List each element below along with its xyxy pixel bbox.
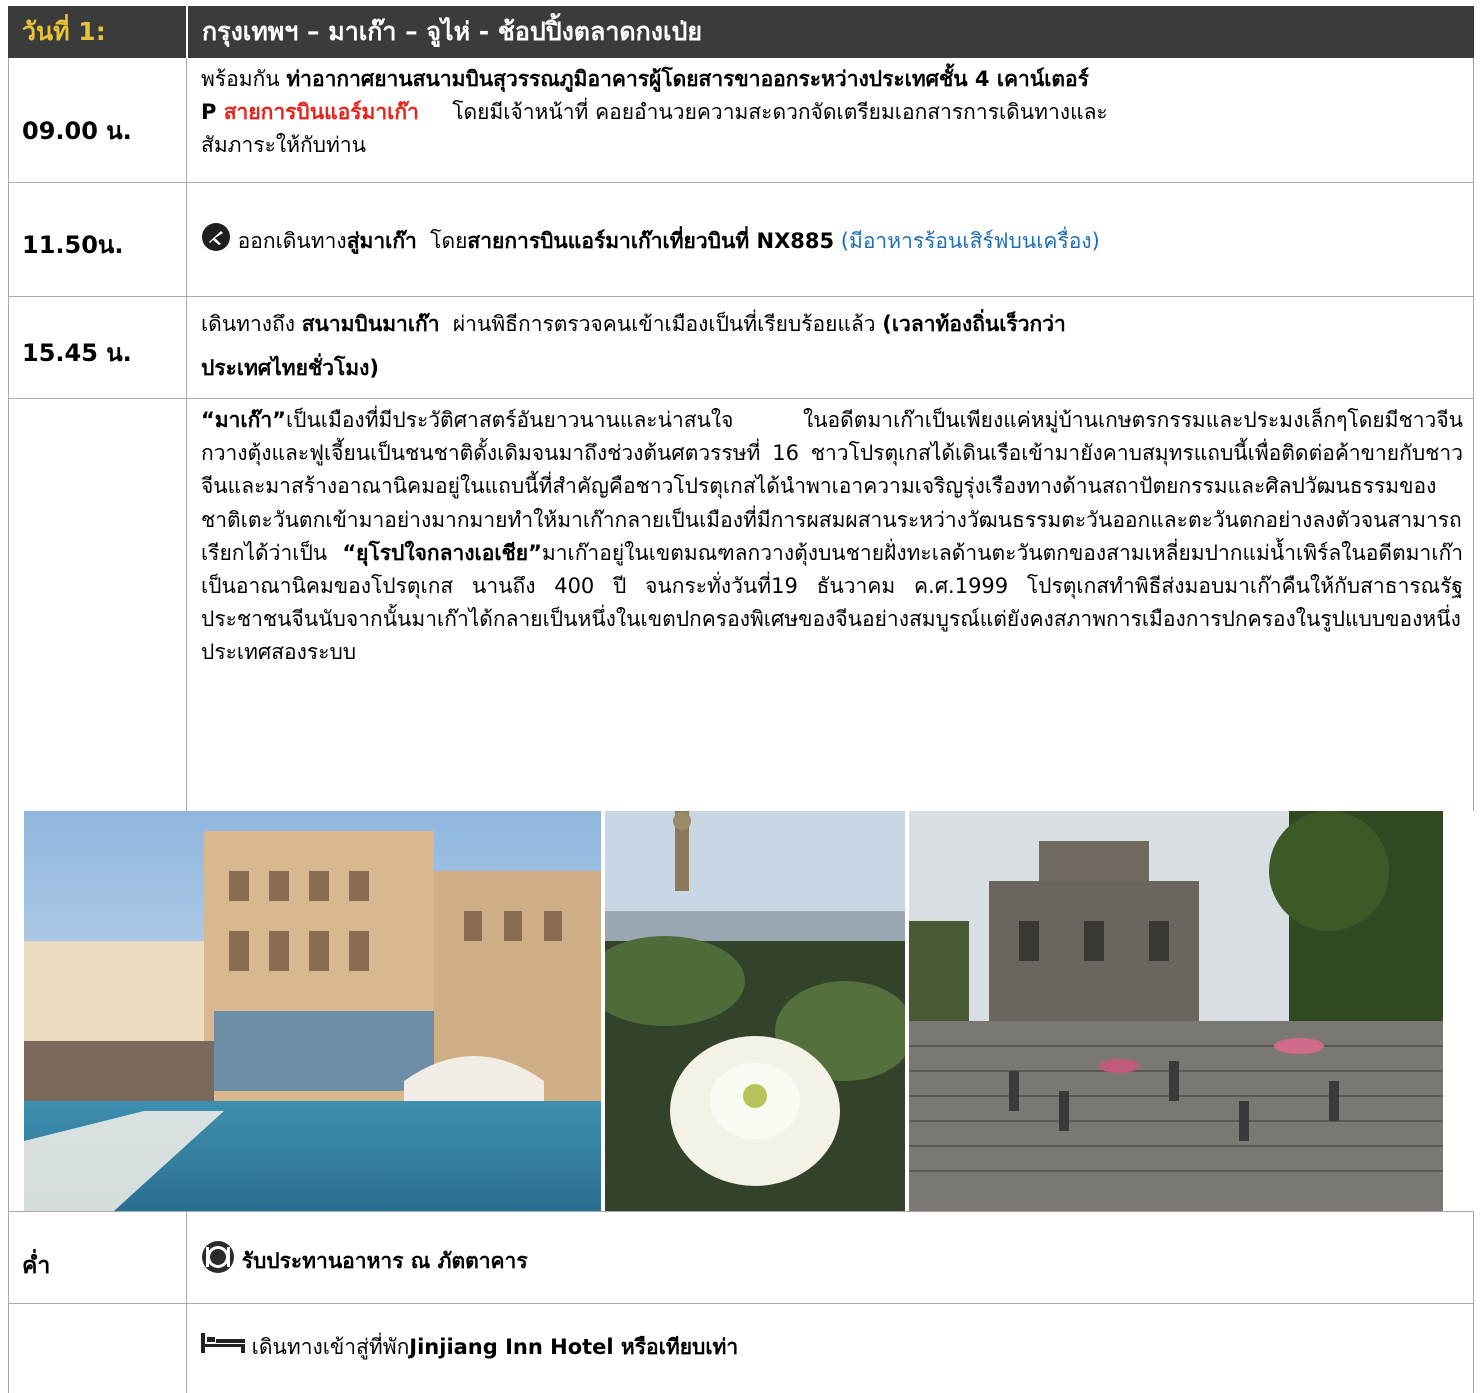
route-title: กรุงเทพฯ – มาเก๊า – จูไห่ - ช้อปปิ้งตลาด… xyxy=(202,17,703,46)
destination: สู่มาเก๊า xyxy=(346,229,417,253)
row-divider xyxy=(8,1303,1474,1304)
hotel-alternative: หรือเทียบเท่า xyxy=(613,1335,739,1359)
time-1150: 11.50น. xyxy=(22,231,124,259)
text-span: เดินทางถึง xyxy=(201,312,302,336)
dinner-text: รับประทานอาหาร ณ ภัตตาคาร xyxy=(201,1240,528,1284)
text-span: เดินทางเข้าสู่ที่พัก xyxy=(245,1335,410,1359)
text-span: ออกเดินทาง xyxy=(231,229,347,253)
bed-icon xyxy=(201,1331,245,1365)
row-0900-line2: P สายการบินแอร์มาเก๊า โดยมีเจ้าหน้าที่ ค… xyxy=(201,96,1466,129)
airline-name: สายการบินแอร์มาเก๊า xyxy=(223,100,419,124)
time-note-line2: ประเทศไทยชั่วโมง) xyxy=(201,356,379,380)
dinner-description: รับประทานอาหาร ณ ภัตตาคาร xyxy=(241,1249,528,1273)
meal-note: (มีอาหารร้อนเสิร์ฟบนเครื่อง) xyxy=(834,229,1100,253)
arrival-airport: สนามบินมาเก๊า xyxy=(301,312,440,336)
right-border-lower xyxy=(1473,1211,1474,1393)
airplane-icon xyxy=(201,222,231,262)
hotel-name: Jinjiang Inn Hotel xyxy=(409,1335,614,1359)
text-span: พร้อมกัน xyxy=(201,67,287,91)
hotel-text: เดินทางเข้าสู่ที่พักJinjiang Inn Hotel ห… xyxy=(201,1331,738,1365)
row-1545-text: เดินทางถึง สนามบินมาเก๊า ผ่านพิธีการตรวจ… xyxy=(201,302,1066,390)
row-divider xyxy=(8,182,1474,183)
meal-label-dinner: ค่ำ xyxy=(22,1253,51,1279)
right-border xyxy=(1473,58,1474,811)
restaurant-icon xyxy=(201,1240,235,1284)
header-divider xyxy=(186,6,188,58)
day-header: วันที่ 1: กรุงเทพฯ – มาเก๊า – จูไห่ - ช้… xyxy=(8,6,1474,58)
row-divider xyxy=(8,398,1474,399)
highlight-term: “ยุโรปใจกลางเอเชีย” xyxy=(342,540,542,565)
row-divider xyxy=(8,1211,1474,1212)
airport-name: ท่าอากาศยานสนามบินสุวรรณภูมิอาคารผู้โดยส… xyxy=(286,67,1089,91)
row-1150-text: ออกเดินทางสู่มาเก๊า โดยสายการบินแอร์มาเก… xyxy=(201,222,1100,262)
st-pauls-ruins-photo xyxy=(909,811,1443,1211)
flight-number: สายการบินแอร์มาเก๊าเที่ยวบินที่ NX885 xyxy=(467,229,835,253)
text-span: โดยมีเจ้าหน้าที่ คอยอำนวยความสะดวกจัดเตร… xyxy=(418,100,1108,124)
itinerary-table: วันที่ 1: กรุงเทพฯ – มาเก๊า – จูไห่ - ช้… xyxy=(8,6,1474,1393)
time-note: (เวลาท้องถิ่นเร็วกว่า xyxy=(882,312,1066,336)
row-0900-line3: สัมภาระให้กับท่าน xyxy=(201,133,366,157)
lead-term: “มาเก๊า” xyxy=(201,408,286,432)
left-border xyxy=(8,58,9,1393)
venetian-canal-photo xyxy=(24,811,601,1211)
text-span: ผ่านพิธีการตรวจคนเข้าเมืองเป็นที่เรียบร้… xyxy=(439,312,883,336)
guanyin-lotus-photo xyxy=(605,811,905,1211)
row-0900-line1: พร้อมกัน ท่าอากาศยานสนามบินสุวรรณภูมิอาค… xyxy=(201,63,1466,96)
macau-description: “มาเก๊า”เป็นเมืองที่มีประวัติศาสตร์อันยา… xyxy=(201,404,1463,670)
time-1545: 15.45 น. xyxy=(22,339,132,367)
row-divider xyxy=(8,296,1474,297)
day-label: วันที่ 1: xyxy=(22,17,106,46)
text-span: โดย xyxy=(416,229,468,253)
time-0900: 09.00 น. xyxy=(22,117,132,145)
counter-label: P xyxy=(201,100,224,124)
row-0900-text: พร้อมกัน ท่าอากาศยานสนามบินสุวรรณภูมิอาค… xyxy=(201,63,1466,162)
row-1545-line1: เดินทางถึง สนามบินมาเก๊า ผ่านพิธีการตรวจ… xyxy=(201,302,1066,346)
